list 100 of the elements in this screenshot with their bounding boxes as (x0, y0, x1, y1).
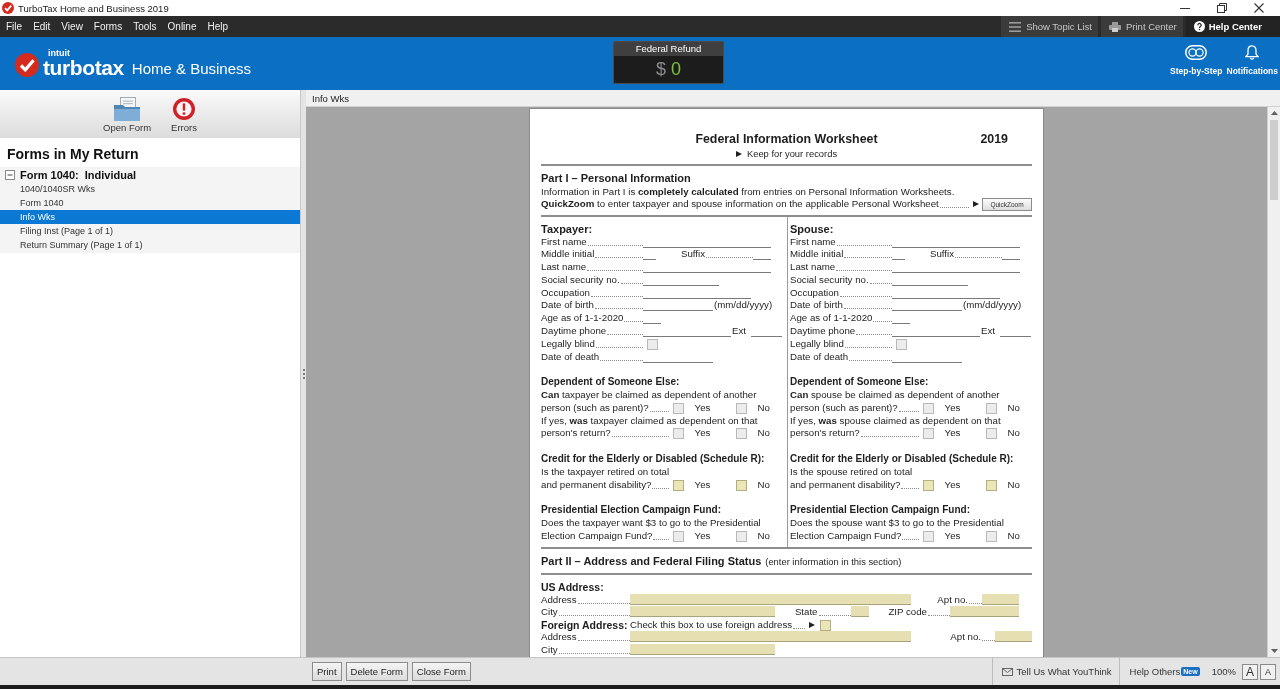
option-label: No (757, 529, 770, 543)
question-text: and permanent disability? (790, 478, 901, 492)
minimize-icon[interactable] (1180, 7, 1190, 9)
format-hint: (mm/dd/yyyy) (714, 299, 773, 313)
section-heading: Credit for the Elderly or Disabled (Schedule R): (541, 453, 766, 466)
tree-item[interactable]: 1040/1040SR Wks (0, 182, 300, 196)
input-field[interactable] (630, 631, 911, 643)
checkbox[interactable] (647, 338, 658, 350)
tree-item[interactable]: Filing Inst (Page 1 of 1) (0, 224, 300, 238)
checkbox[interactable] (922, 402, 934, 414)
checkbox[interactable] (985, 479, 997, 491)
larger-text-button[interactable]: A (1242, 663, 1258, 680)
field-label: Legally blind (790, 337, 844, 351)
checkbox[interactable] (922, 479, 934, 491)
format-hint: (mm/dd/yyyy) (963, 299, 1022, 313)
question-text: Is the spouse retired on total (790, 465, 913, 479)
question-text: and permanent disability? (541, 478, 652, 492)
topic-list-button[interactable]: Show Topic List (1001, 16, 1098, 37)
form-subtitle: Keep for your records (746, 147, 838, 160)
field-label: Date of death (541, 350, 600, 364)
question-text: person's return? (541, 427, 611, 441)
question-text: If yes, was taxpayer claimed as dependent on that (541, 414, 758, 428)
scroll-down-icon[interactable] (1270, 649, 1278, 653)
input-field[interactable] (630, 606, 775, 618)
scrollbar[interactable] (1267, 107, 1280, 657)
checkbox[interactable] (735, 530, 747, 542)
checkbox[interactable] (896, 338, 907, 350)
checkbox[interactable] (672, 402, 684, 414)
form-action-button[interactable]: Print (312, 662, 342, 681)
intro-text: Information in Part I is completely calculated from entries on Personal Information Worksheets. (541, 184, 956, 198)
errors-button[interactable]: Errors (167, 97, 201, 134)
scroll-thumb[interactable] (1270, 120, 1278, 200)
printer-icon (1109, 21, 1121, 32)
input-field[interactable] (850, 606, 869, 618)
field-label: Age as of 1-1-2020 (541, 312, 624, 326)
input-field[interactable] (630, 644, 775, 655)
checkbox[interactable] (735, 402, 747, 414)
checkbox[interactable] (735, 479, 747, 491)
option-label: Yes (944, 401, 961, 415)
checkbox[interactable] (985, 530, 997, 542)
smaller-text-button[interactable]: A (1260, 663, 1276, 680)
menu-item[interactable]: View (61, 19, 83, 34)
field-label: Occupation (790, 286, 839, 300)
field-label: Suffix (681, 248, 706, 262)
checkbox[interactable] (672, 428, 684, 440)
checkbox[interactable] (922, 530, 934, 542)
currency-symbol: $ (656, 59, 666, 80)
form-action-button[interactable]: Delete Form (345, 662, 408, 681)
field-label: Daytime phone (790, 325, 856, 338)
menu-item[interactable]: Online (167, 19, 197, 34)
menu-item[interactable]: Edit (33, 19, 51, 34)
restore-icon[interactable] (1217, 3, 1227, 13)
input-field[interactable] (630, 593, 911, 605)
tree-item[interactable]: Info Wks (0, 210, 300, 224)
column-heading: Spouse: (790, 222, 835, 236)
print-center-button[interactable]: Print Center (1101, 16, 1183, 37)
input-field[interactable] (982, 593, 1019, 605)
document-title: Info Wks (312, 92, 349, 104)
section-heading: Presidential Election Campaign Fund: (790, 504, 972, 518)
option-label: Yes (694, 401, 711, 415)
feedback-button[interactable]: Tell Us What YouThink (991, 658, 1119, 685)
notifications-button[interactable]: Notifications (1226, 45, 1278, 76)
checkbox[interactable] (922, 428, 934, 440)
field-label: Middle initial (790, 248, 844, 262)
form-title: Federal Information Worksheet (695, 131, 878, 147)
input-field[interactable] (950, 606, 1019, 618)
checkbox[interactable] (672, 479, 684, 491)
question-text: Can taxpayer be claimed as dependent of another (541, 389, 757, 402)
menu-item[interactable]: Forms (93, 19, 123, 34)
menu-item[interactable]: File (6, 19, 23, 34)
section-note: (enter information in this section) (765, 554, 902, 568)
input-field[interactable] (995, 631, 1032, 643)
question-text: Can spouse be claimed as dependent of another (790, 389, 1000, 402)
tree-item[interactable]: Form 1040 (0, 196, 300, 210)
form-action-button[interactable]: Close Form (411, 662, 471, 681)
grip-icon[interactable] (302, 368, 305, 379)
question-text: Election Campaign Fund? (790, 529, 902, 543)
tree-item[interactable]: Return Summary (Page 1 of 1) (0, 238, 300, 252)
step-by-step-button[interactable]: Step-by-Step (1170, 45, 1223, 76)
open-form-button[interactable]: Open Form (99, 97, 156, 134)
help-center-button[interactable]: Help Center (1185, 16, 1280, 37)
menu-item[interactable]: Help (207, 19, 229, 34)
menu-item[interactable]: Tools (133, 19, 157, 34)
checkbox[interactable] (672, 530, 684, 542)
field-label: Last name (541, 261, 587, 274)
field-label: City (541, 606, 558, 619)
checkbox[interactable] (985, 428, 997, 440)
option-label: Yes (694, 478, 711, 492)
checkbox[interactable] (985, 402, 997, 414)
checkbox[interactable] (735, 428, 747, 440)
collapse-icon[interactable] (5, 170, 15, 180)
checkbox-label: Check this box to use foreign address (630, 618, 793, 632)
close-icon[interactable] (1254, 3, 1264, 13)
checkbox[interactable] (820, 619, 832, 631)
scroll-up-icon[interactable] (1270, 111, 1278, 115)
steps-icon (1185, 45, 1208, 60)
tree-item[interactable]: Form 1040: Individual (0, 168, 300, 182)
field-label: Occupation (541, 286, 590, 300)
option-label: Yes (944, 427, 961, 441)
field-label: Daytime phone (541, 325, 607, 338)
